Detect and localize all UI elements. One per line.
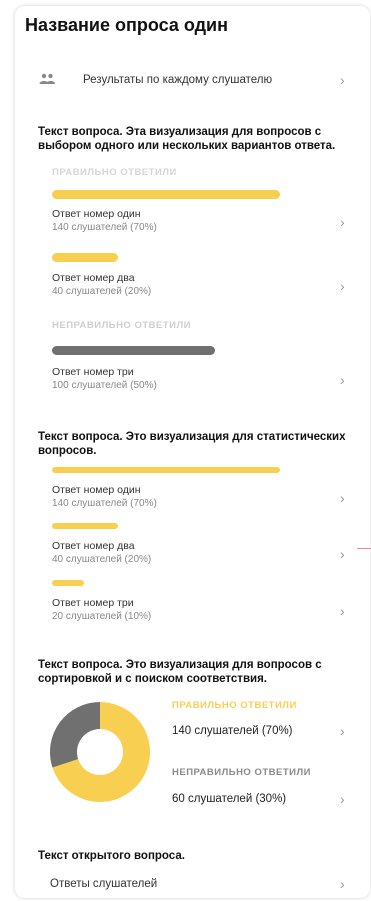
- chevron-right-icon: ›: [340, 214, 345, 230]
- answer-bar: [52, 346, 215, 355]
- listener-answers-row[interactable]: Ответы слушателей ›: [38, 870, 353, 898]
- chevron-right-icon: ›: [340, 546, 345, 562]
- donut-hole: [77, 729, 123, 775]
- answer-count: 40 слушателей (20%): [52, 554, 152, 565]
- page-title: Название опроса один: [25, 15, 228, 35]
- chevron-right-icon: ›: [340, 876, 345, 892]
- answer-label: Ответ номер два: [52, 540, 135, 552]
- answer-count: 100 слушателей (50%): [52, 380, 157, 391]
- answer-count: 140 слушателей (70%): [52, 498, 157, 509]
- answer-row[interactable]: Ответ номер два 40 слушателей (20%) ›: [52, 272, 352, 306]
- answer-bar: [52, 190, 280, 199]
- chevron-right-icon: ›: [340, 791, 345, 807]
- answer-label: Ответ номер три: [52, 597, 134, 609]
- people-icon: [39, 73, 55, 84]
- answer-label: Ответ номер три: [52, 366, 134, 378]
- answer-count: 40 слушателей (20%): [52, 286, 152, 297]
- chevron-right-icon: ›: [340, 603, 345, 619]
- answer-bar: [52, 523, 118, 529]
- annotation-line: [357, 548, 371, 549]
- answer-label: Ответ номер один: [52, 484, 141, 496]
- correct-count: 140 слушателей (70%): [172, 725, 293, 737]
- chevron-right-icon: ›: [340, 490, 345, 506]
- results-per-listener-row[interactable]: Результаты по каждому слушателю ›: [38, 66, 353, 96]
- chevron-right-icon: ›: [340, 278, 345, 294]
- question-1-title: Текст вопроса. Эта визуализация для вопр…: [38, 126, 336, 152]
- wrong-legend-label: НЕПРАВИЛЬНО ОТВЕТИЛИ: [172, 767, 311, 778]
- question-3-title: Текст вопроса. Это визуализация для вопр…: [38, 659, 322, 685]
- answer-count: 20 слушателей (10%): [52, 611, 152, 622]
- answer-row[interactable]: Ответ номер три 100 слушателей (50%) ›: [52, 366, 352, 400]
- correct-label: ПРАВИЛЬНО ОТВЕТИЛИ: [52, 167, 177, 178]
- answer-row[interactable]: Ответ номер два 40 слушателей (20%) ›: [52, 540, 352, 574]
- answer-row[interactable]: Ответ номер три 20 слушателей (10%) ›: [52, 597, 352, 631]
- answer-bar: [52, 580, 84, 586]
- correct-legend-label: ПРАВИЛЬНО ОТВЕТИЛИ: [172, 700, 297, 711]
- question-4-title: Текст открытого вопроса.: [38, 850, 185, 862]
- correct-result-row[interactable]: 140 слушателей (70%) ›: [172, 718, 352, 748]
- answer-label: Ответ номер один: [52, 208, 141, 220]
- answer-count: 140 слушателей (70%): [52, 222, 157, 233]
- answer-row[interactable]: Ответ номер один 140 слушателей (70%) ›: [52, 484, 352, 518]
- chevron-right-icon: ›: [340, 723, 345, 739]
- results-per-listener-label: Результаты по каждому слушателю: [83, 74, 273, 86]
- listener-answers-label: Ответы слушателей: [50, 878, 158, 890]
- wrong-count: 60 слушателей (30%): [172, 793, 287, 805]
- answer-bar: [52, 467, 280, 473]
- chevron-right-icon: ›: [340, 372, 345, 388]
- answer-label: Ответ номер два: [52, 272, 135, 284]
- wrong-label: НЕПРАВИЛЬНО ОТВЕТИЛИ: [52, 320, 191, 331]
- chevron-right-icon: ›: [340, 72, 345, 88]
- wrong-result-row[interactable]: 60 слушателей (30%) ›: [172, 786, 352, 816]
- question-2-title: Текст вопроса. Это визуализация для стат…: [38, 431, 346, 457]
- donut-chart: [49, 702, 150, 802]
- answer-row[interactable]: Ответ номер один 140 слушателей (70%) ›: [52, 208, 352, 242]
- answer-bar: [52, 253, 118, 262]
